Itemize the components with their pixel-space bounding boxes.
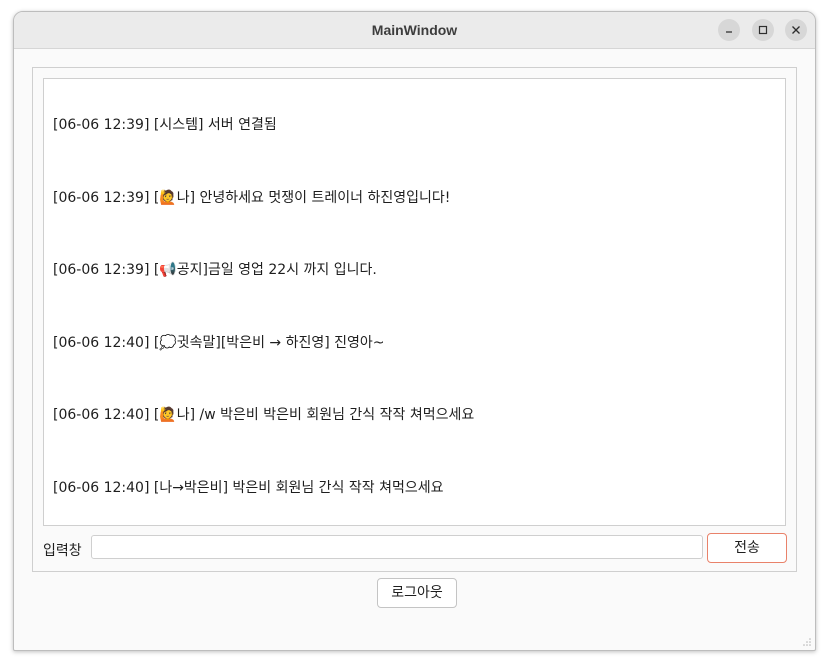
main-window: MainWindow [06-06 12:39] [시스템] 서버 연결됨 [0… (13, 11, 816, 651)
chat-log[interactable]: [06-06 12:39] [시스템] 서버 연결됨 [06-06 12:39]… (43, 78, 786, 526)
chat-message: [06-06 12:39] [📢공지]금일 영업 22시 까지 입니다. (53, 262, 377, 278)
message-input[interactable] (91, 535, 703, 559)
maximize-button[interactable] (752, 19, 774, 41)
resize-grip-icon[interactable] (802, 637, 812, 647)
minimize-icon (726, 31, 732, 33)
chat-message: [06-06 12:40] [💭귓속말][박은비 → 하진영] 진영아~ (53, 335, 385, 351)
chat-message: [06-06 12:40] [🙋나] /w 박은비 박은비 회원님 간식 작작 … (53, 407, 475, 423)
send-button[interactable]: 전송 (707, 533, 787, 563)
minimize-button[interactable] (718, 19, 740, 41)
close-button[interactable] (785, 19, 807, 41)
window-title: MainWindow (371, 22, 458, 38)
logout-button[interactable]: 로그아웃 (377, 578, 457, 608)
close-icon (792, 26, 800, 34)
chat-message: [06-06 12:39] [시스템] 서버 연결됨 (53, 117, 277, 133)
chat-group-frame: [06-06 12:39] [시스템] 서버 연결됨 [06-06 12:39]… (32, 67, 797, 572)
chat-message: [06-06 12:39] [🙋나] 안녕하세요 멋쟁이 트레이너 하진영입니다… (53, 190, 451, 206)
input-label: 입력창 (43, 543, 82, 559)
title-bar[interactable]: MainWindow (14, 12, 815, 49)
maximize-icon (758, 25, 768, 35)
chat-message: [06-06 12:40] [나→박은비] 박은비 회원님 간식 작작 쳐먹으세… (53, 480, 444, 496)
